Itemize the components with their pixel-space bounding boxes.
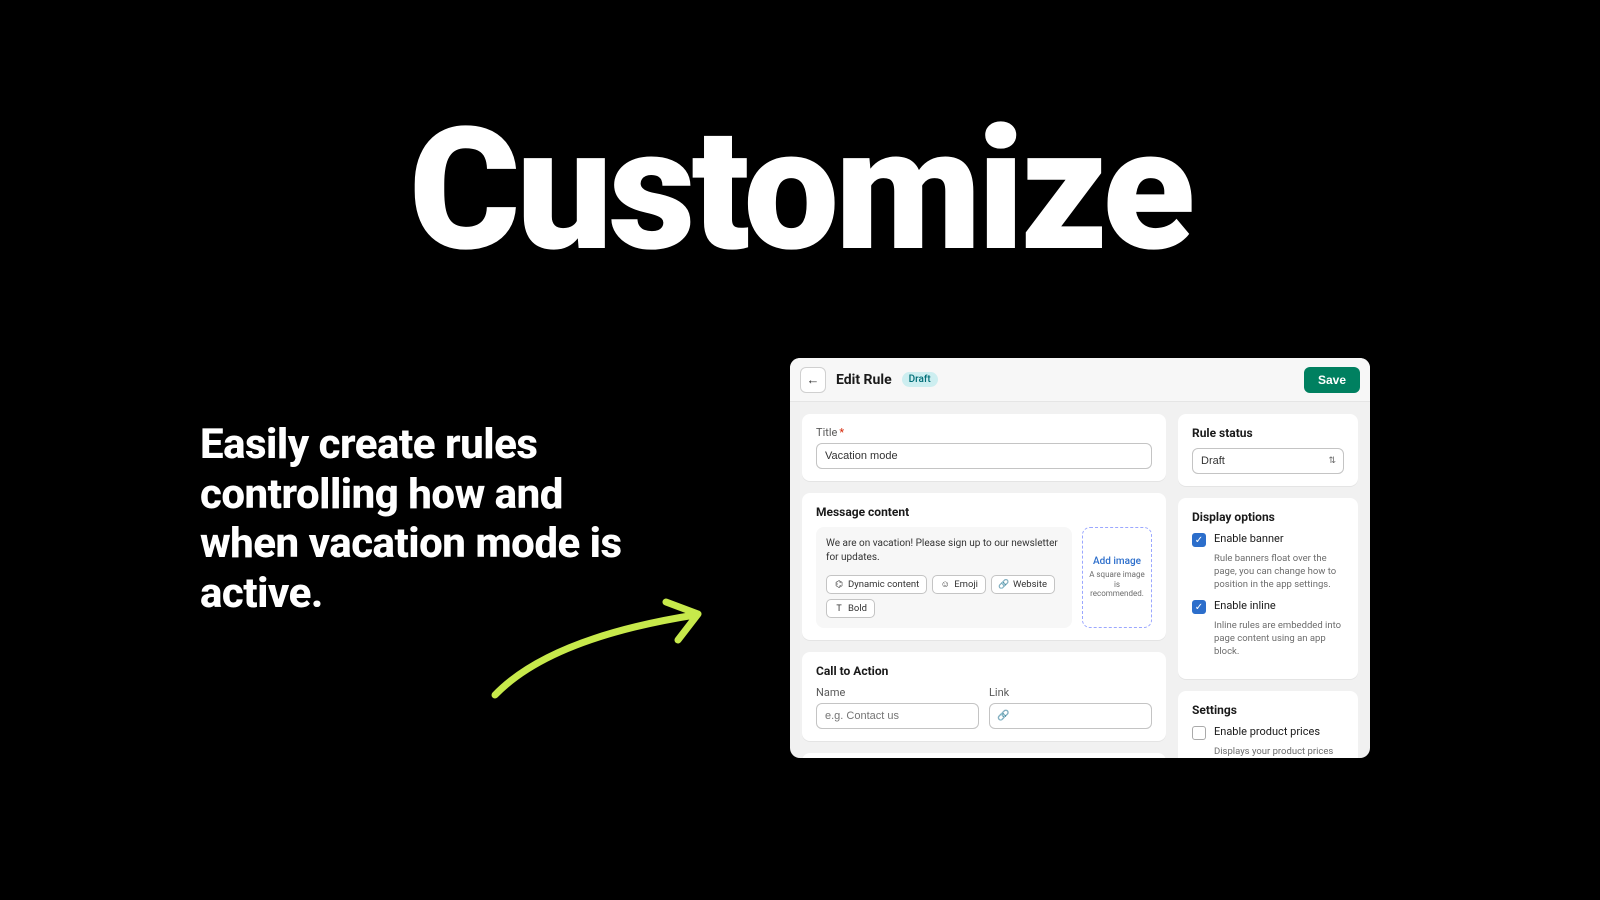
cta-link-input[interactable] <box>989 703 1152 729</box>
save-button[interactable]: Save <box>1304 367 1360 393</box>
message-card: Message content We are on vacation! Plea… <box>802 493 1166 640</box>
text-icon: T <box>834 604 844 614</box>
enable-product-prices-help: Displays your product prices on your onl… <box>1214 746 1344 758</box>
app-screenshot: ← Edit Rule Draft Save Title* Message co… <box>790 358 1370 758</box>
rule-status-select[interactable] <box>1192 448 1344 474</box>
link-icon: 🔗 <box>997 711 1009 722</box>
title-input[interactable] <box>816 443 1152 469</box>
message-section-title: Message content <box>816 505 1152 519</box>
add-image-hint: A square image is recommended. <box>1087 570 1147 599</box>
cta-link-label: Link <box>989 686 1152 699</box>
enable-banner-help: Rule banners float over the page, you ca… <box>1214 553 1344 591</box>
website-chip[interactable]: 🔗 Website <box>991 575 1055 594</box>
tag-icon: ⌬ <box>834 580 844 590</box>
page-title: Edit Rule <box>836 372 892 388</box>
cta-section-title: Call to Action <box>816 664 1152 678</box>
add-image-link[interactable]: Add image <box>1093 556 1141 567</box>
cta-card: Call to Action Name Link 🔗 <box>802 652 1166 741</box>
dynamic-content-chip[interactable]: ⌬ Dynamic content <box>826 575 927 594</box>
enable-product-prices-label: Enable product prices <box>1214 725 1320 738</box>
back-button[interactable]: ← <box>800 367 826 393</box>
schedule-card: Schedule Start date * ▭ <box>802 753 1166 758</box>
title-label: Title* <box>816 426 1152 439</box>
display-options-title: Display options <box>1192 510 1344 524</box>
hero-title: Customize <box>0 90 1600 290</box>
message-text[interactable]: We are on vacation! Please sign up to ou… <box>826 537 1062 567</box>
settings-card: Settings Enable product prices Displays … <box>1178 691 1358 758</box>
enable-product-prices-checkbox[interactable] <box>1192 726 1206 740</box>
arrow-graphic <box>480 590 740 710</box>
enable-inline-label: Enable inline <box>1214 599 1276 612</box>
arrow-left-icon: ← <box>807 372 820 388</box>
hero-subtitle: Easily create rules controlling how and … <box>200 420 630 618</box>
promo-slide: Customize Easily create rules controllin… <box>0 0 1600 900</box>
enable-banner-checkbox[interactable]: ✓ <box>1192 533 1206 547</box>
title-card: Title* <box>802 414 1166 481</box>
emoji-chip[interactable]: ☺ Emoji <box>932 575 986 594</box>
rule-status-title: Rule status <box>1192 426 1344 440</box>
rule-status-card: Rule status ⇅ <box>1178 414 1358 486</box>
cta-name-input[interactable] <box>816 703 979 729</box>
topbar: ← Edit Rule Draft Save <box>790 358 1370 402</box>
enable-inline-checkbox[interactable]: ✓ <box>1192 600 1206 614</box>
emoji-icon: ☺ <box>940 580 950 590</box>
enable-inline-help: Inline rules are embedded into page cont… <box>1214 620 1344 658</box>
message-editor[interactable]: We are on vacation! Please sign up to ou… <box>816 527 1072 628</box>
link-icon: 🔗 <box>999 580 1009 590</box>
add-image-dropzone[interactable]: Add image A square image is recommended. <box>1082 527 1152 628</box>
settings-title: Settings <box>1192 703 1344 717</box>
cta-name-label: Name <box>816 686 979 699</box>
enable-banner-label: Enable banner <box>1214 532 1284 545</box>
status-badge: Draft <box>902 372 938 387</box>
display-options-card: Display options ✓ Enable banner Rule ban… <box>1178 498 1358 679</box>
bold-chip[interactable]: T Bold <box>826 599 875 618</box>
